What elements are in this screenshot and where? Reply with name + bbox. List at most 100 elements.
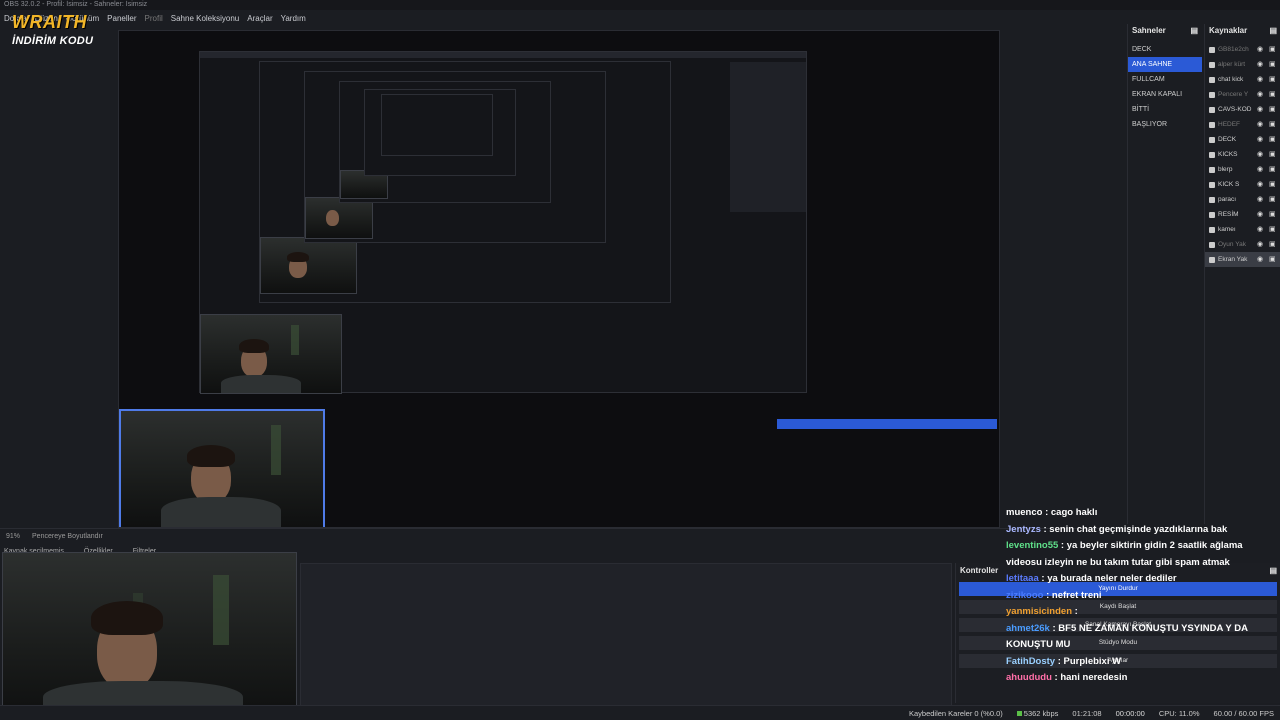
- chat-username: yanmisicinden: [1006, 606, 1072, 617]
- source-item[interactable]: Oyun Yak ◉ ▣: [1205, 237, 1280, 252]
- source-item[interactable]: CAVS-KOD ◉ ▣: [1205, 102, 1280, 117]
- scene-item[interactable]: BİTTİ: [1128, 102, 1202, 117]
- visibility-eye-icon[interactable]: ◉: [1257, 132, 1263, 147]
- stream-time: 01:21:08: [1072, 708, 1102, 718]
- scene-item[interactable]: ANA SAHNE: [1128, 57, 1202, 72]
- menu-tools[interactable]: Araçlar: [247, 14, 272, 23]
- chat-text: : Purplebixi W: [1055, 655, 1122, 667]
- lock-icon[interactable]: ▣: [1269, 237, 1276, 252]
- scene-item[interactable]: FULLCAM: [1128, 72, 1202, 87]
- chat-username: ahmet26k: [1006, 622, 1050, 634]
- visibility-eye-icon[interactable]: ◉: [1257, 192, 1263, 207]
- scene-item[interactable]: EKRAN KAPALI: [1128, 87, 1202, 102]
- lock-icon[interactable]: ▣: [1269, 42, 1276, 57]
- source-item[interactable]: DECK ◉ ▣: [1205, 132, 1280, 147]
- lock-icon[interactable]: ▣: [1269, 252, 1276, 267]
- visibility-eye-icon[interactable]: ◉: [1257, 177, 1263, 192]
- source-type-icon: [1209, 256, 1215, 263]
- menu-profile[interactable]: Profil: [145, 14, 163, 23]
- source-item[interactable]: KICK S ◉ ▣: [1205, 177, 1280, 192]
- source-name: blerp: [1218, 166, 1233, 173]
- visibility-eye-icon[interactable]: ◉: [1257, 222, 1263, 237]
- chat-text: : ya burada neler neler dediler: [1038, 573, 1177, 584]
- source-name: kameı: [1218, 226, 1236, 233]
- visibility-eye-icon[interactable]: ◉: [1257, 87, 1263, 102]
- visibility-eye-icon[interactable]: ◉: [1257, 102, 1263, 117]
- status-bar: Kaybedilen Kareler 0 (%0.0) 5362 kbps 01…: [0, 705, 1280, 720]
- source-item[interactable]: kameı ◉ ▣: [1205, 222, 1280, 237]
- lock-icon[interactable]: ▣: [1269, 147, 1276, 162]
- visibility-eye-icon[interactable]: ◉: [1257, 162, 1263, 177]
- zoom-level[interactable]: 91%: [6, 533, 20, 540]
- chat-text: : nefret treni: [1043, 589, 1102, 601]
- chat-message: ahuududu : hani neredesin: [1006, 670, 1276, 687]
- menu-docks[interactable]: Paneller: [107, 14, 136, 23]
- source-item[interactable]: Ekran Yak ◉ ▣: [1205, 252, 1280, 267]
- lock-icon[interactable]: ▣: [1269, 222, 1276, 237]
- chat-message: leventino55 : ya beyler siktirin gidin 2…: [1006, 538, 1276, 571]
- chat-text: :: [1072, 606, 1078, 617]
- chat-message: FatihDosty : Purplebixi W: [1006, 654, 1276, 671]
- source-item[interactable]: HEDEF ◉ ▣: [1205, 117, 1280, 132]
- nested-controls-highlight: [777, 419, 997, 429]
- lock-icon[interactable]: ▣: [1269, 72, 1276, 87]
- source-type-icon: [1209, 76, 1215, 83]
- source-name: Oyun Yak: [1218, 241, 1246, 248]
- lock-icon[interactable]: ▣: [1269, 117, 1276, 132]
- lock-icon[interactable]: ▣: [1269, 102, 1276, 117]
- lock-icon[interactable]: ▣: [1269, 87, 1276, 102]
- source-type-icon: [1209, 151, 1215, 158]
- scene-item[interactable]: DECK: [1128, 42, 1202, 57]
- source-item[interactable]: KICKS ◉ ▣: [1205, 147, 1280, 162]
- source-name: RESİM: [1218, 211, 1239, 218]
- lock-icon[interactable]: ▣: [1269, 57, 1276, 72]
- source-item[interactable]: alper kürt ◉ ▣: [1205, 57, 1280, 72]
- lock-icon[interactable]: ▣: [1269, 207, 1276, 222]
- source-item[interactable]: GB81e2ch ◉ ▣: [1205, 42, 1280, 57]
- visibility-eye-icon[interactable]: ◉: [1257, 57, 1263, 72]
- chat-message: zizikooo : nefret treni: [1006, 588, 1276, 605]
- source-type-icon: [1209, 166, 1215, 173]
- visibility-eye-icon[interactable]: ◉: [1257, 72, 1263, 87]
- menu-help[interactable]: Yardım: [281, 14, 306, 23]
- lock-icon[interactable]: ▣: [1269, 162, 1276, 177]
- chat-message: ahmet26k : BF5 NE ZAMAN KONUŞTU YSYINDA …: [1006, 621, 1276, 654]
- source-item[interactable]: blerp ◉ ▣: [1205, 162, 1280, 177]
- lock-icon[interactable]: ▣: [1269, 132, 1276, 147]
- visibility-eye-icon[interactable]: ◉: [1257, 252, 1263, 267]
- source-item[interactable]: chat kick ◉ ▣: [1205, 72, 1280, 87]
- visibility-eye-icon[interactable]: ◉: [1257, 42, 1263, 57]
- source-type-icon: [1209, 121, 1215, 128]
- fps: 60.00 / 60.00 FPS: [1213, 708, 1274, 718]
- source-name: chat kick: [1218, 76, 1244, 83]
- sources-dock: Kaynaklar ▤ GB81e2ch ◉ ▣ alper kürt ◉ ▣ chat ki…: [1204, 24, 1280, 524]
- chat-username: Jentyzs: [1006, 523, 1041, 535]
- sources-title: Kaynaklar ▤: [1205, 24, 1280, 42]
- dock-menu-icon[interactable]: ▤: [1190, 26, 1198, 40]
- fit-to-window[interactable]: Pencereye Boyutlandır: [32, 533, 103, 540]
- visibility-eye-icon[interactable]: ◉: [1257, 147, 1263, 162]
- source-item[interactable]: RESİM ◉ ▣: [1205, 207, 1280, 222]
- chat-username: FatihDosty: [1006, 655, 1056, 667]
- preview-canvas[interactable]: [118, 30, 1000, 528]
- window-title: OBS 32.0.2 - Profil: İsimsiz - Sahneler:…: [4, 1, 148, 8]
- chat-text: : hani neredesin: [1051, 672, 1128, 683]
- visibility-eye-icon[interactable]: ◉: [1257, 237, 1263, 252]
- source-type-icon: [1209, 181, 1215, 188]
- scene-item[interactable]: BAŞLIYOR: [1128, 117, 1202, 132]
- dock-menu-icon[interactable]: ▤: [1269, 26, 1277, 40]
- source-name: Ekran Yak: [1218, 256, 1248, 263]
- source-item[interactable]: paracı ◉ ▣: [1205, 192, 1280, 207]
- nested-menu: [200, 52, 806, 58]
- visibility-eye-icon[interactable]: ◉: [1257, 207, 1263, 222]
- lock-icon[interactable]: ▣: [1269, 192, 1276, 207]
- source-type-icon: [1209, 91, 1215, 98]
- source-type-icon: [1209, 61, 1215, 68]
- source-name: KICK S: [1218, 181, 1240, 188]
- lock-icon[interactable]: ▣: [1269, 177, 1276, 192]
- source-name: Pencere Y: [1218, 91, 1249, 98]
- source-item[interactable]: Pencere Y ◉ ▣: [1205, 87, 1280, 102]
- menu-scene-collection[interactable]: Sahne Koleksiyonu: [171, 14, 240, 23]
- preview-webcam[interactable]: [119, 409, 325, 527]
- visibility-eye-icon[interactable]: ◉: [1257, 117, 1263, 132]
